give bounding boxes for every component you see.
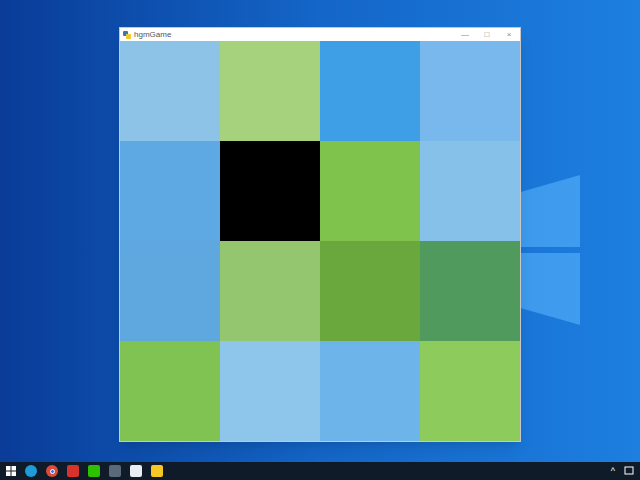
- wechat-icon[interactable]: [88, 465, 100, 477]
- puzzle-tile[interactable]: [220, 341, 320, 441]
- desktop: hgmGame —□×: [0, 0, 640, 462]
- puzzle-tile[interactable]: [420, 341, 520, 441]
- puzzle-tile[interactable]: [320, 141, 420, 241]
- game-window[interactable]: hgmGame —□×: [119, 27, 521, 442]
- tray-chevron[interactable]: ^: [611, 462, 615, 480]
- window-control-button[interactable]: ×: [498, 28, 520, 41]
- puzzle-tile[interactable]: [220, 41, 320, 141]
- taskbar: ^: [0, 462, 640, 480]
- puzzle-tile[interactable]: [120, 141, 220, 241]
- puzzle-board: [120, 41, 520, 441]
- puzzle-tile[interactable]: [420, 241, 520, 341]
- start-windows-icon[interactable]: [6, 466, 16, 476]
- puzzle-tile[interactable]: [420, 141, 520, 241]
- puzzle-tile[interactable]: [120, 41, 220, 141]
- desktop-screen: hgmGame —□× ^: [0, 0, 640, 480]
- python-app-icon[interactable]: [151, 465, 163, 477]
- calculator-icon[interactable]: [109, 465, 121, 477]
- python-icon: [123, 31, 131, 39]
- chrome-icon[interactable]: [46, 465, 58, 477]
- edge-icon[interactable]: [25, 465, 37, 477]
- puzzle-tile[interactable]: [420, 41, 520, 141]
- title-bar[interactable]: hgmGame —□×: [120, 28, 520, 41]
- puzzle-tile[interactable]: [320, 341, 420, 441]
- puzzle-tile[interactable]: [220, 241, 320, 341]
- puzzle-tile[interactable]: [320, 41, 420, 141]
- puzzle-tile[interactable]: [120, 241, 220, 341]
- window-title: hgmGame: [134, 28, 171, 41]
- window-control-button[interactable]: —: [454, 28, 476, 41]
- wps-icon[interactable]: [67, 465, 79, 477]
- empty-tile[interactable]: [220, 141, 320, 241]
- window-control-button[interactable]: □: [476, 28, 498, 41]
- puzzle-tile[interactable]: [120, 341, 220, 441]
- notepad-icon[interactable]: [130, 465, 142, 477]
- puzzle-tile[interactable]: [320, 241, 420, 341]
- notification-icon[interactable]: [624, 466, 634, 476]
